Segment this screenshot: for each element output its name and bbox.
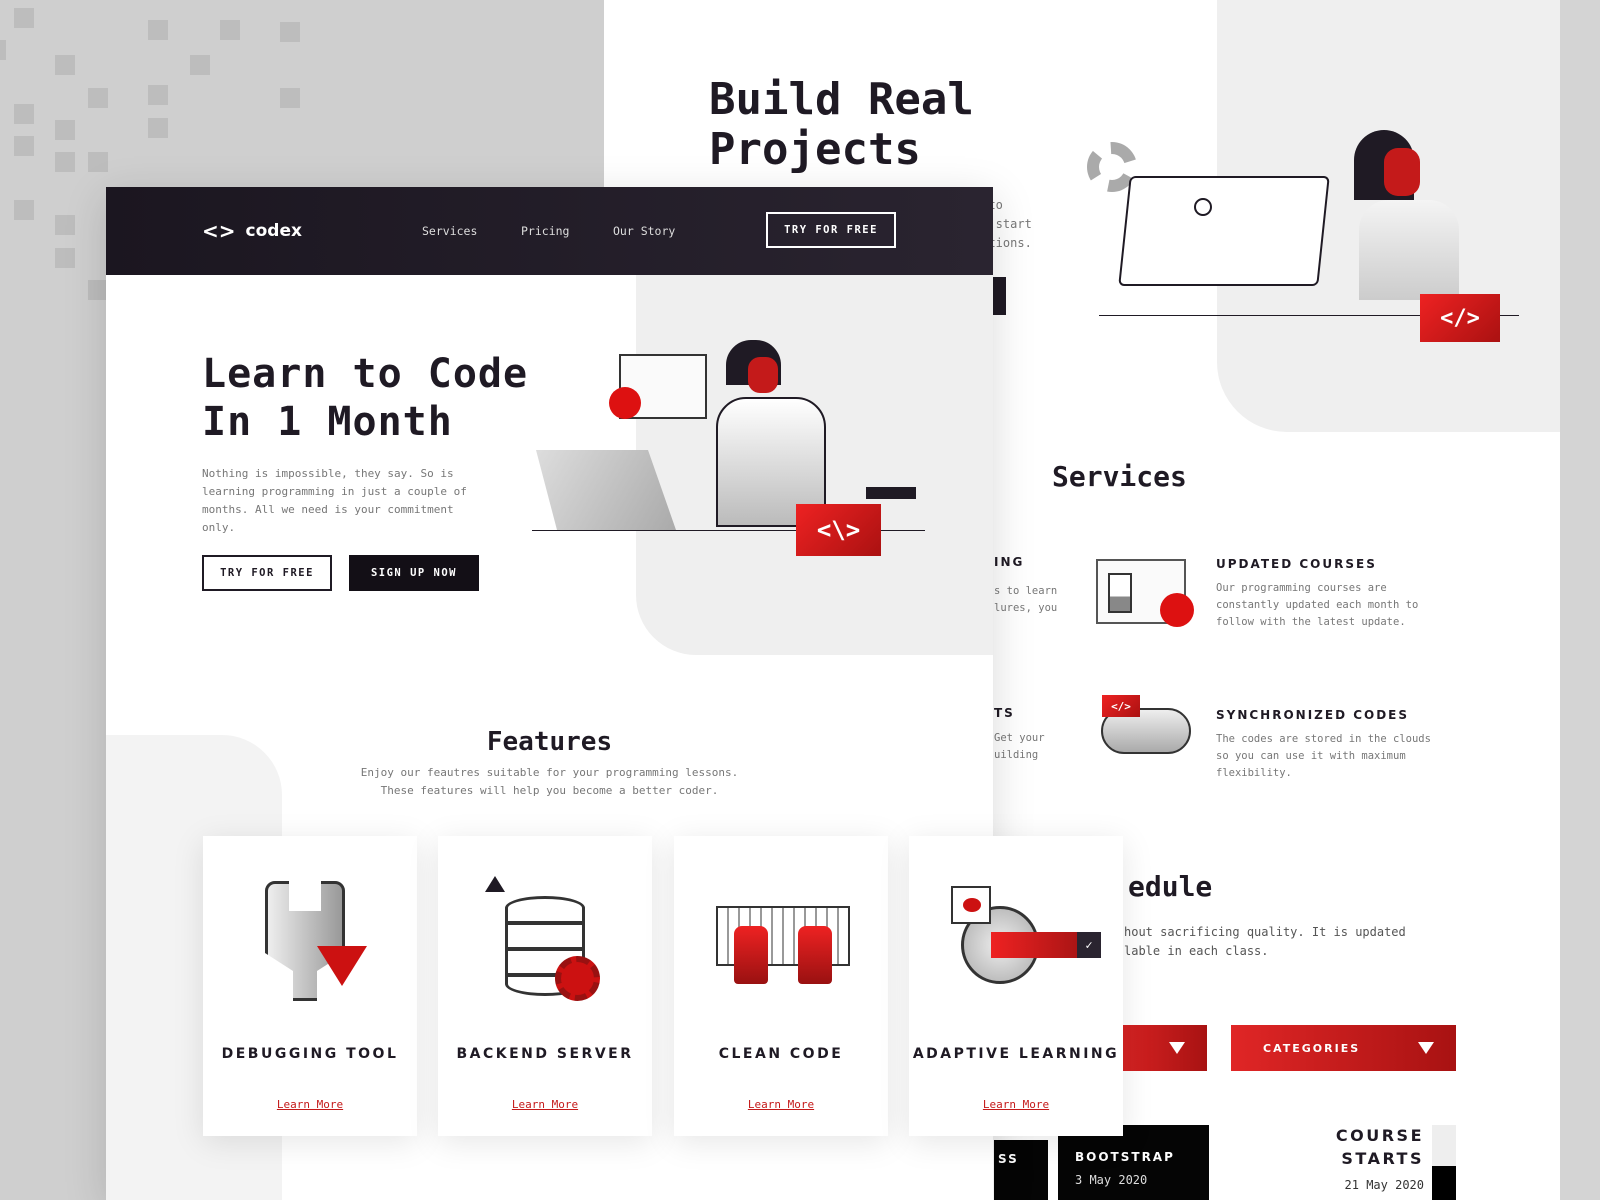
right-background xyxy=(1560,0,1600,1200)
logo[interactable]: <> codex xyxy=(202,219,302,243)
sign-up-button[interactable]: SIGN UP NOW xyxy=(349,555,479,591)
nav-try-free-button[interactable]: TRY FOR FREE xyxy=(766,212,896,248)
text-line: uilding xyxy=(994,749,1039,761)
learn-more-link[interactable]: Learn More xyxy=(909,1098,1123,1111)
text-line: Enjoy our feautres suitable for your pro… xyxy=(360,766,739,779)
services-title: Services xyxy=(1052,460,1187,493)
learn-more-link[interactable]: Learn More xyxy=(438,1098,652,1111)
text-line: Get your xyxy=(994,732,1045,744)
feature-card-clean-code[interactable]: CLEAN CODE Learn More xyxy=(674,836,888,1136)
service-title-fragment: TS xyxy=(994,706,1015,720)
service-text: Our programming courses are constantly u… xyxy=(1216,582,1419,628)
title-line: Learn to Code xyxy=(202,351,529,397)
navbar: <> codex Services Pricing Our Story TRY … xyxy=(106,187,993,275)
nav-pricing[interactable]: Pricing xyxy=(521,224,569,238)
nav-our-story[interactable]: Our Story xyxy=(613,224,675,238)
service-text: The codes are stored in the clouds so yo… xyxy=(1216,733,1431,779)
code-badge: </> xyxy=(1102,695,1140,717)
schedule-title: edule xyxy=(1128,870,1213,903)
text-line: s to learn xyxy=(994,585,1058,597)
checkmark-icon: ✓ xyxy=(1077,932,1101,958)
course-starts-date: 21 May 2020 xyxy=(1344,1178,1424,1192)
browser-bulb-icon xyxy=(1096,559,1194,627)
card-title: ADAPTIVE LEARNING xyxy=(912,1046,1120,1062)
nav-services[interactable]: Services xyxy=(422,224,477,238)
text-line: These features will help you become a be… xyxy=(380,784,719,797)
code-badge: <\> xyxy=(796,504,881,556)
course-title: SS xyxy=(998,1152,1019,1166)
chevron-down-icon xyxy=(1418,1042,1434,1054)
course-starts-title: COURSE STARTS xyxy=(1335,1126,1424,1168)
feature-card-adaptive[interactable]: ✓ ADAPTIVE LEARNING Learn More xyxy=(909,836,1123,1136)
codex-logo-icon: <> xyxy=(202,219,236,243)
code-badge: </> xyxy=(1420,294,1500,342)
try-free-button[interactable]: TRY FOR FREE xyxy=(202,555,332,591)
service-text-fragment: s to learn lures, you xyxy=(994,583,1064,617)
plant-pot-icon xyxy=(866,487,916,499)
service-title: UPDATED COURSES xyxy=(1216,557,1377,571)
card-title: BACKEND SERVER xyxy=(456,1046,634,1062)
dropdown-label: CATEGORIES xyxy=(1263,1041,1361,1055)
monitor-icon xyxy=(1118,176,1330,286)
service-title: SYNCHRONIZED CODES xyxy=(1216,708,1410,722)
service-text-fragment: Get your uilding xyxy=(994,730,1064,764)
hero-text: Nothing is impossible, they say. So is l… xyxy=(202,467,467,534)
person-body xyxy=(1359,200,1459,300)
course-card[interactable]: SS xyxy=(994,1140,1048,1200)
feature-card-backend[interactable]: BACKEND SERVER Learn More xyxy=(438,836,652,1136)
service-title-fragment: ING xyxy=(994,555,1025,569)
course-title: BOOTSTRAP xyxy=(1075,1150,1175,1164)
features-text: Enjoy our feautres suitable for your pro… xyxy=(106,764,993,800)
wrench-bug-icon xyxy=(245,876,375,1006)
course-date: 3 May 2020 xyxy=(1075,1173,1148,1187)
magnifier-icon: ✓ xyxy=(951,876,1101,1006)
course-card[interactable]: BOOTSTRAP 3 May 2020 xyxy=(1058,1125,1209,1200)
text-line: lures, you xyxy=(994,602,1058,614)
title-line: In 1 Month xyxy=(202,399,453,445)
learn-more-link[interactable]: Learn More xyxy=(674,1098,888,1111)
scrollbar[interactable] xyxy=(1432,1125,1456,1200)
text-line: lable in each class. xyxy=(1124,944,1269,958)
server-icon xyxy=(480,876,610,1006)
back-hero-title: Build Real Projects xyxy=(709,74,974,175)
features-title: Features xyxy=(486,727,613,757)
schedule-text: hout sacrificing quality. It is updated l… xyxy=(1124,923,1406,961)
categories-dropdown[interactable]: CATEGORIES xyxy=(1231,1025,1456,1071)
hero-title: Learn to Code In 1 Month xyxy=(202,350,528,446)
lightbulb-icon xyxy=(609,387,641,419)
keyboard-icon xyxy=(716,876,850,1006)
card-title: CLEAN CODE xyxy=(718,1046,844,1062)
card-title: DEBUGGING TOOL xyxy=(221,1046,399,1062)
person-face xyxy=(748,357,778,393)
chevron-down-icon xyxy=(1169,1042,1185,1054)
text-line: hout sacrificing quality. It is updated xyxy=(1124,925,1406,939)
feature-card-debugging[interactable]: DEBUGGING TOOL Learn More xyxy=(203,836,417,1136)
logo-text: codex xyxy=(245,221,302,241)
person-face xyxy=(1384,148,1420,196)
learn-more-link[interactable]: Learn More xyxy=(203,1098,417,1111)
